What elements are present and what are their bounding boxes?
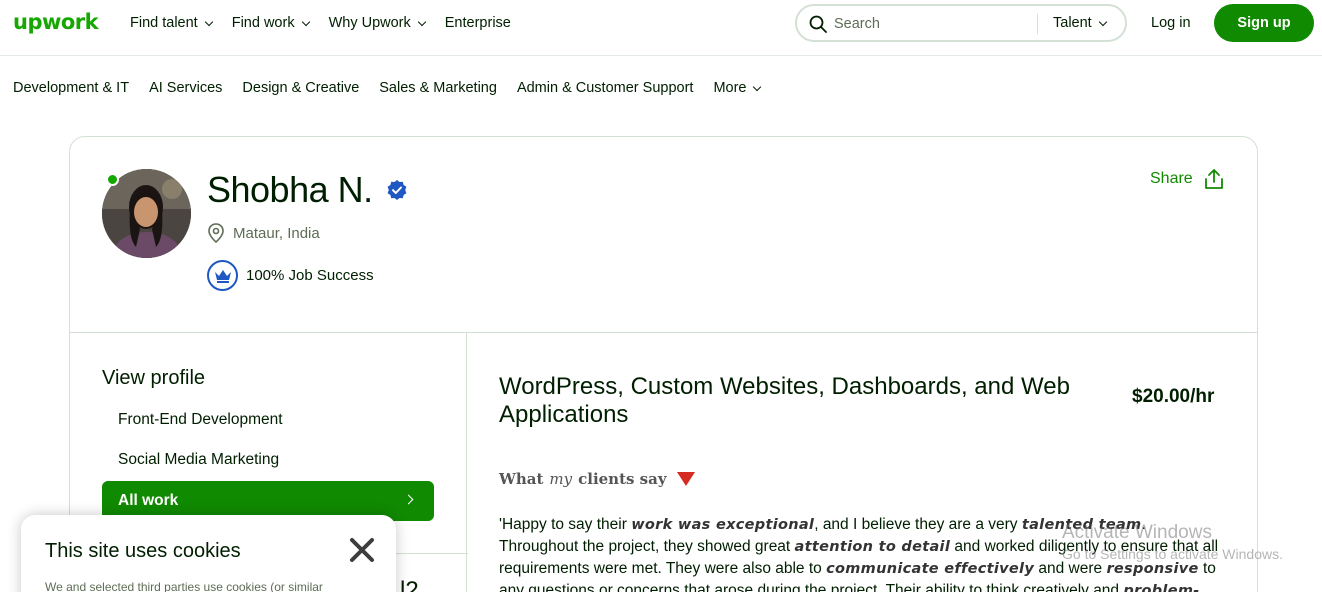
main-nav: Find talent Find work Why Upwork Enterpr…	[130, 15, 531, 31]
nav-label: Find talent	[130, 15, 198, 31]
hourly-rate: $20.00/hr	[1132, 386, 1215, 407]
profile-title: WordPress, Custom Websites, Dashboards, …	[499, 373, 1070, 428]
share-icon	[1204, 169, 1223, 189]
chevron-down-icon	[204, 17, 213, 26]
review-highlight: work was exceptional	[631, 517, 815, 533]
category-link[interactable]: Admin & Customer Support	[517, 80, 694, 96]
category-link[interactable]: Sales & Marketing	[379, 80, 497, 96]
top-navbar: upwork Find talent Find work Why Upwork …	[0, 0, 1322, 56]
job-success-text: 100% Job Success	[246, 267, 374, 284]
nav-label: Enterprise	[444, 15, 511, 31]
category-more-label: More	[713, 80, 747, 96]
review-highlight: responsive	[1106, 561, 1199, 577]
share-label: Share	[1150, 170, 1193, 187]
search-type-select[interactable]: Talent	[1053, 15, 1107, 31]
specialization-social-media[interactable]: Social Media Marketing	[118, 451, 279, 469]
specialization-front-end[interactable]: Front-End Development	[118, 411, 283, 429]
category-link[interactable]: Development & IT	[13, 80, 129, 96]
red-triangle-icon	[676, 472, 695, 486]
nav-label: Find work	[231, 15, 295, 31]
search-type-label: Talent	[1053, 15, 1092, 31]
nav-enterprise[interactable]: Enterprise	[445, 15, 511, 31]
chevron-down-icon	[753, 82, 762, 91]
all-work-label: All work	[118, 492, 179, 509]
review-text: , and I believe they are a very	[814, 516, 1022, 533]
job-success-score: 100% Job Success	[207, 260, 374, 291]
close-icon[interactable]	[347, 535, 377, 565]
nav-find-talent[interactable]: Find talent	[130, 15, 213, 31]
clients-say-pre: What	[499, 470, 544, 488]
location-pin-icon	[208, 223, 224, 243]
clients-say-my: my	[549, 470, 573, 488]
sidebar-divider	[396, 553, 468, 554]
review-highlight: problem-	[1123, 583, 1200, 592]
windows-watermark-title: Activate Windows	[1062, 522, 1212, 543]
upwork-logo[interactable]: upwork	[13, 10, 99, 34]
login-link[interactable]: Log in	[1151, 15, 1191, 31]
sidebar-partial-heading: l2	[400, 577, 419, 592]
review-highlight: attention to detail	[794, 539, 951, 555]
search-divider	[1037, 14, 1038, 34]
nav-label: Why Upwork	[328, 15, 411, 31]
search-icon	[809, 15, 827, 33]
crown-icon	[214, 269, 231, 283]
cookie-title: This site uses cookies	[45, 540, 241, 562]
share-button[interactable]: Share	[1150, 168, 1225, 190]
category-more[interactable]: More	[713, 80, 762, 96]
windows-watermark-subtitle: Go to Settings to activate Windows.	[1062, 546, 1283, 562]
cookie-text: We and selected third parties use cookie…	[45, 580, 323, 592]
location: Mataur, India	[207, 223, 320, 243]
nav-find-work[interactable]: Find work	[231, 15, 310, 31]
category-link[interactable]: AI Services	[149, 80, 222, 96]
signup-button[interactable]: Sign up	[1214, 4, 1314, 42]
chevron-down-icon	[301, 17, 310, 26]
view-profile-heading: View profile	[102, 367, 206, 389]
clients-say-heading: What my clients say	[499, 470, 695, 488]
search-bar: Talent	[795, 4, 1127, 42]
category-nav: Development & IT AI Services Design & Cr…	[13, 80, 780, 96]
chevron-down-icon	[417, 17, 427, 26]
clients-say-post: clients say	[578, 470, 667, 488]
online-status-dot	[106, 173, 119, 186]
review-text: and were	[1034, 560, 1107, 577]
review-highlight: communicate effectively	[826, 561, 1035, 577]
freelancer-name: Shobha N.	[207, 169, 373, 210]
category-link[interactable]: Design & Creative	[242, 80, 359, 96]
nav-why-upwork[interactable]: Why Upwork	[328, 15, 427, 31]
review-text: 'Happy to say their	[499, 516, 632, 533]
chevron-right-icon	[403, 494, 414, 505]
jss-badge-icon	[207, 260, 238, 291]
chevron-down-icon	[1098, 17, 1107, 26]
search-input[interactable]	[834, 14, 1024, 34]
cookie-banner: This site uses cookies We and selected t…	[21, 515, 396, 592]
verified-badge-icon	[387, 180, 407, 200]
location-text: Mataur, India	[233, 224, 320, 242]
